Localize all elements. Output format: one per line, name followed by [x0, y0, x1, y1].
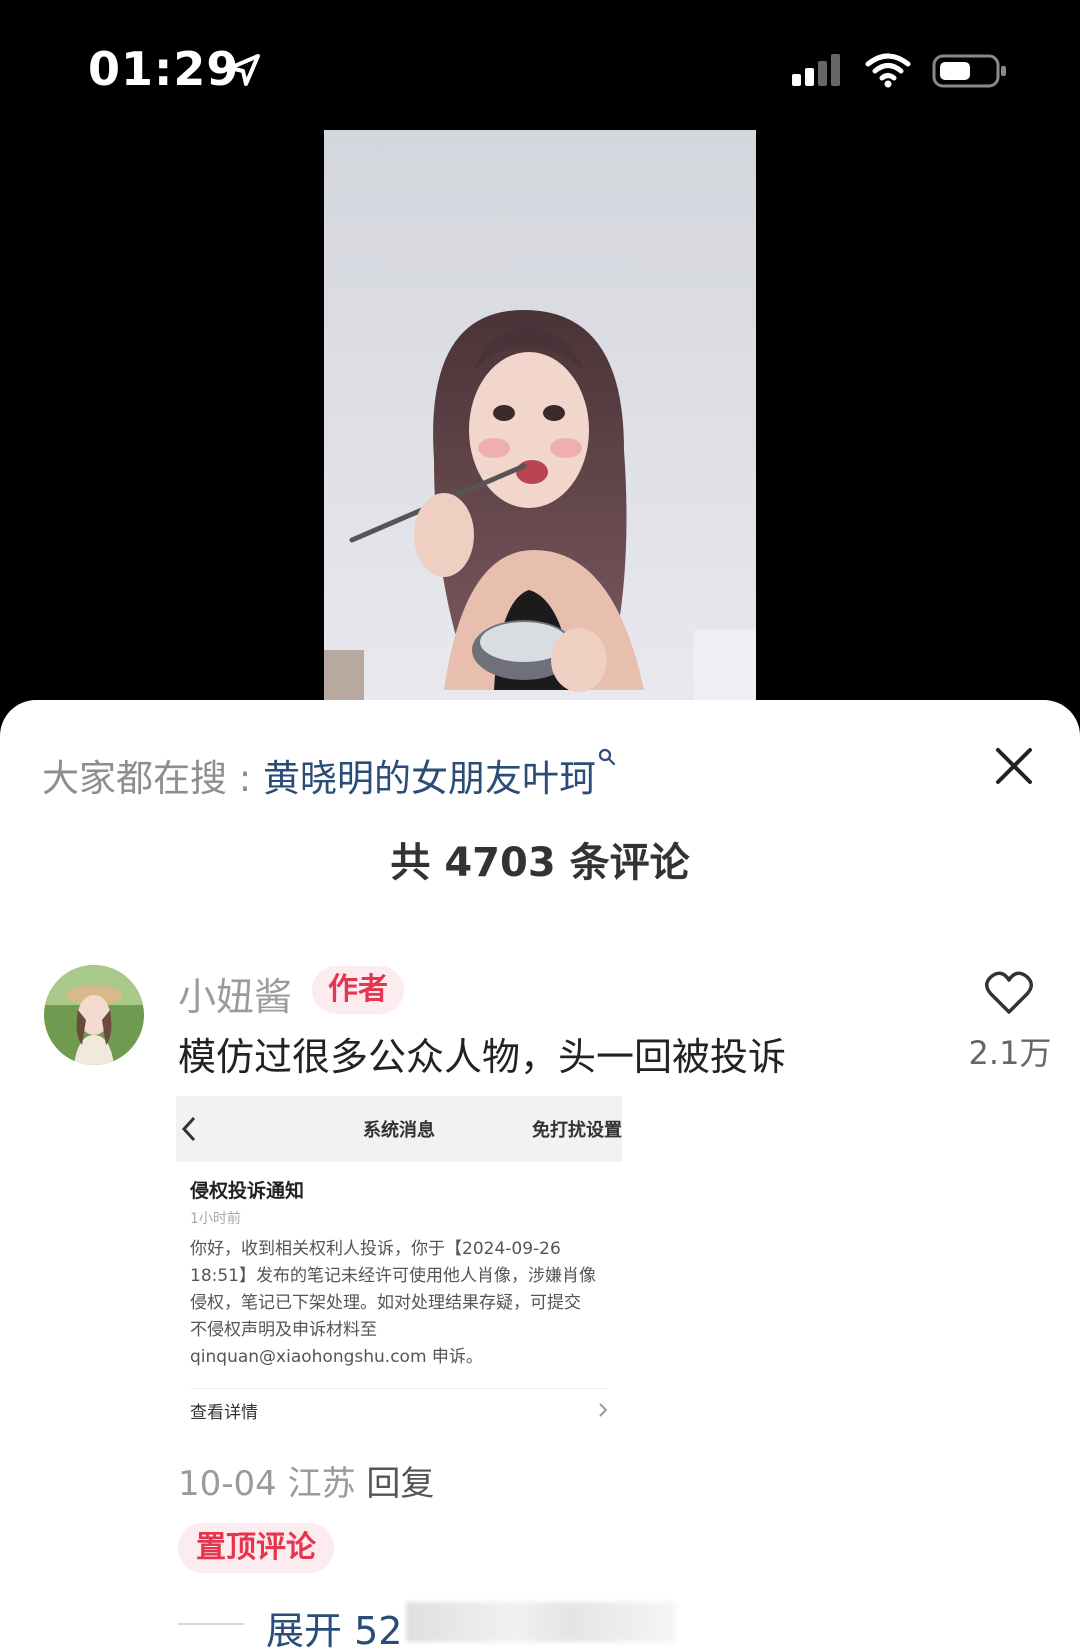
- chevron-right-icon: [599, 1403, 608, 1417]
- battery-icon: [932, 54, 1006, 88]
- comment-count-title: 共 4703 条评论: [390, 840, 690, 886]
- location-arrow-icon: [228, 54, 260, 86]
- comment-date: 10-04: [178, 1464, 277, 1504]
- notice-message: 你好，收到相关权利人投诉，你于【2024-09-26 18:51】发布的笔记未经…: [190, 1236, 606, 1371]
- notice-line: qinquan@xiaohongshu.com 申诉。: [190, 1347, 483, 1367]
- image-header-action: 免打扰设置: [532, 1120, 622, 1141]
- image-header: 系统消息 免打扰设置: [176, 1096, 622, 1162]
- author-badge: 作者: [312, 966, 404, 1014]
- search-suggestion[interactable]: 大家都在搜 : 黄晓明的女朋友叶珂: [42, 748, 616, 802]
- notice-line: 不侵权声明及申诉材料至: [190, 1320, 377, 1340]
- video-photo: [324, 130, 756, 700]
- notice-title: 侵权投诉通知: [190, 1180, 305, 1202]
- divider: [190, 1388, 608, 1389]
- signal-icon: [792, 54, 840, 86]
- notice-line: 侵权，笔记已下架处理。如对处理结果存疑，可提交: [190, 1293, 581, 1313]
- notice-time: 1小时前: [190, 1211, 241, 1227]
- expand-replies-button[interactable]: 展开 52: [266, 1600, 402, 1651]
- search-separator: :: [227, 757, 263, 800]
- notice-details-label: 查看详情: [190, 1403, 258, 1423]
- search-keyword-link[interactable]: 黄晓明的女朋友叶珂: [263, 757, 596, 800]
- search-icon: [598, 748, 616, 766]
- notice-line: 你好，收到相关权利人投诉，你于【2024-09-26: [190, 1239, 561, 1259]
- comment-meta: 10-04 江苏 回复: [178, 1456, 434, 1505]
- divider: [178, 1623, 244, 1625]
- comment-username[interactable]: 小妞酱: [178, 966, 292, 1021]
- status-time: 01:29: [88, 42, 240, 96]
- close-icon[interactable]: [992, 744, 1036, 788]
- pinned-badge: 置顶评论: [178, 1523, 334, 1573]
- status-bar: 01:29: [0, 0, 1080, 130]
- comment-text: 模仿过很多公众人物，头一回被投诉: [178, 1035, 787, 1079]
- blurred-overlay: [406, 1602, 676, 1642]
- wifi-icon: [865, 53, 911, 88]
- video-frame[interactable]: [324, 130, 756, 700]
- comment-location: 江苏: [287, 1464, 356, 1504]
- notice-line: 18:51】发布的笔记未经许可使用他人肖像，涉嫌肖像: [190, 1266, 596, 1286]
- avatar[interactable]: [44, 965, 144, 1065]
- like-count: 2.1万: [968, 1034, 1052, 1072]
- reply-button[interactable]: 回复: [366, 1464, 434, 1504]
- image-notice-card: 侵权投诉通知 1小时前 你好，收到相关权利人投诉，你于【2024-09-26 1…: [176, 1162, 622, 1424]
- avatar-image: [44, 965, 144, 1065]
- search-prefix: 大家都在搜: [42, 757, 227, 800]
- comment-image[interactable]: 系统消息 免打扰设置 侵权投诉通知 1小时前 你好，收到相关权利人投诉，你于【2…: [176, 1096, 622, 1424]
- heart-icon[interactable]: [984, 970, 1034, 1016]
